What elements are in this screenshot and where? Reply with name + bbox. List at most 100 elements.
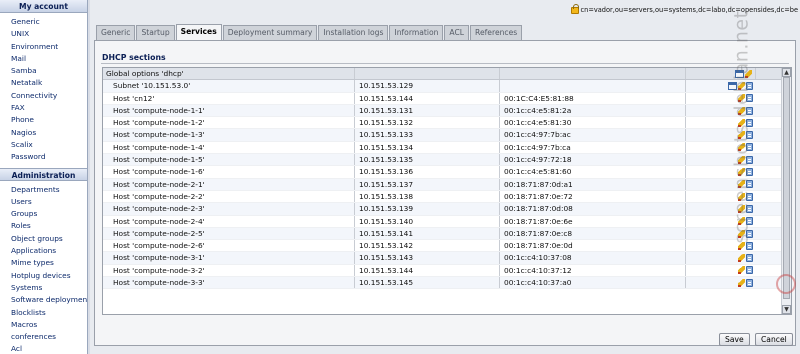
sidebar-item-groups[interactable]: Groups [11,208,87,220]
edit-icon[interactable] [738,155,745,164]
row-mac: 00:18:71:87:0e:6e [500,215,686,227]
table-row[interactable]: Host 'compute-node-2-2' 10.151.53.138 00:1… [103,190,791,204]
sidebar-item-nagios[interactable]: Nagios [11,127,87,139]
sidebar-item-unix[interactable]: UNIX [11,28,87,40]
sidebar-item-netatalk[interactable]: Netatalk [11,77,87,89]
scrollbar-thumb[interactable] [783,77,790,299]
delete-icon[interactable] [746,254,753,263]
sidebar-item-software-deployment[interactable]: Software deployment [11,294,87,306]
sidebar-item-samba[interactable]: Samba [11,65,87,77]
sidebar-item-blocklists[interactable]: Blocklists [11,307,87,319]
sidebar-item-object-groups[interactable]: Object groups [11,233,87,245]
scroll-down-arrow[interactable]: ▼ [782,305,791,314]
tab-services[interactable]: Services [175,24,222,40]
save-button[interactable]: Save [719,333,750,346]
delete-icon[interactable] [746,155,753,164]
sidebar-item-acl[interactable]: Acl [11,343,87,354]
sidebar-item-users[interactable]: Users [11,196,87,208]
sidebar-item-mime-types[interactable]: Mime types [11,257,87,269]
table-row[interactable]: Host 'compute-node-3-3' 10.151.53.145 00:1… [103,277,791,290]
sidebar-item-password[interactable]: Password [11,151,87,163]
table-row[interactable]: Host 'compute-node-2-3' 10.151.53.139 00:1… [103,203,791,216]
delete-icon[interactable] [746,94,753,103]
sidebar-item-mail[interactable]: Mail [11,53,87,65]
delete-icon[interactable] [746,204,753,213]
edit-icon[interactable] [738,180,745,189]
edit-icon[interactable] [738,204,745,213]
sidebar-item-hotplug-devices[interactable]: Hotplug devices [11,270,87,282]
edit-icon[interactable] [745,69,752,78]
tab-references[interactable]: References [470,25,523,40]
delete-icon[interactable] [746,118,753,127]
sidebar-item-macros[interactable]: Macros [11,319,87,331]
table-row[interactable]: Host 'compute-node-1-6' 10.151.53.136 00:1… [103,166,791,179]
tab-deployment-summary[interactable]: Deployment summary [222,25,318,40]
edit-icon[interactable] [738,241,745,250]
edit-icon[interactable] [738,81,745,90]
table-row[interactable]: Host 'compute-node-1-5' 10.151.53.135 00:1… [103,154,791,167]
tab-information[interactable]: Information [389,25,444,40]
table-row[interactable]: Host 'compute-node-1-1' 10.151.53.131 00:1… [103,104,791,118]
add-section-icon[interactable] [735,69,744,78]
delete-icon[interactable] [746,241,753,250]
edit-icon[interactable] [738,229,745,238]
tab-generic[interactable]: Generic [96,25,136,40]
table-row[interactable]: Subnet '10.151.53.0' 10.151.53.129 [103,80,791,93]
edit-icon[interactable] [738,192,745,201]
tab-acl[interactable]: ACL [444,25,470,40]
table-header-row[interactable]: Global options 'dhcp' [103,68,791,81]
delete-icon[interactable] [746,106,753,115]
delete-icon[interactable] [746,81,753,90]
delete-icon[interactable] [746,192,753,201]
row-actions [686,154,756,165]
delete-icon[interactable] [746,217,753,226]
edit-icon[interactable] [738,118,745,127]
scroll-up-arrow[interactable]: ▲ [782,68,791,77]
sidebar-item-connectivity[interactable]: Connectivity [11,90,87,102]
sidebar-item-departments[interactable]: Departments [11,184,87,196]
lock-icon[interactable] [570,4,579,14]
edit-icon[interactable] [738,131,745,140]
table-row[interactable]: Host 'compute-node-2-1' 10.151.53.137 00:1… [103,178,791,191]
delete-icon[interactable] [746,278,753,287]
sidebar-item-fax[interactable]: FAX [11,102,87,114]
table-row[interactable]: Host 'compute-node-1-4' 10.151.53.134 00:1… [103,141,791,155]
table-row[interactable]: Host 'compute-node-2-5' 10.151.53.141 00:1… [103,227,791,241]
tab-startup[interactable]: Startup [136,25,175,40]
edit-icon[interactable] [738,266,745,275]
delete-icon[interactable] [746,131,753,140]
row-mac: 00:1c:c4:10:37:a0 [500,277,686,289]
table-row[interactable]: Host 'compute-node-3-1' 10.151.53.143 00:1… [103,252,791,265]
edit-icon[interactable] [738,168,745,177]
top-bar: cn=vador,ou=servers,ou=systems,dc=labo,d… [90,0,800,20]
delete-icon[interactable] [746,229,753,238]
sidebar-item-systems[interactable]: Systems [11,282,87,294]
cancel-button[interactable]: Cancel [755,333,793,346]
add-section-icon[interactable] [728,81,737,90]
sidebar-item-applications[interactable]: Applications [11,245,87,257]
tab-installation-logs[interactable]: Installation logs [318,25,389,40]
edit-icon[interactable] [738,143,745,152]
edit-icon[interactable] [738,106,745,115]
sidebar-item-roles[interactable]: Roles [11,220,87,232]
sidebar-item-conferences[interactable]: conferences [11,331,87,343]
delete-icon[interactable] [746,168,753,177]
table-row[interactable]: Host 'cn12' 10.151.53.144 00:1C:C4:E5:81:8… [103,92,791,105]
table-row[interactable]: Host 'compute-node-3-2' 10.151.53.144 00:1… [103,264,791,278]
table-scrollbar[interactable]: ▲ ▼ [781,68,791,314]
delete-icon[interactable] [746,180,753,189]
delete-icon[interactable] [746,143,753,152]
table-row[interactable]: Host 'compute-node-2-6' 10.151.53.142 00:1… [103,240,791,253]
table-row[interactable]: Host 'compute-node-1-2' 10.151.53.132 00:1… [103,117,791,130]
sidebar-item-scalix[interactable]: Scalix [11,139,87,151]
table-row[interactable]: Host 'compute-node-1-3' 10.151.53.133 00:1… [103,129,791,142]
edit-icon[interactable] [738,94,745,103]
edit-icon[interactable] [738,217,745,226]
sidebar-item-environment[interactable]: Environment [11,41,87,53]
sidebar-item-phone[interactable]: Phone [11,114,87,126]
sidebar-item-generic[interactable]: Generic [11,16,87,28]
edit-icon[interactable] [738,254,745,263]
delete-icon[interactable] [746,266,753,275]
edit-icon[interactable] [738,278,745,287]
table-row[interactable]: Host 'compute-node-2-4' 10.151.53.140 00:1… [103,215,791,228]
